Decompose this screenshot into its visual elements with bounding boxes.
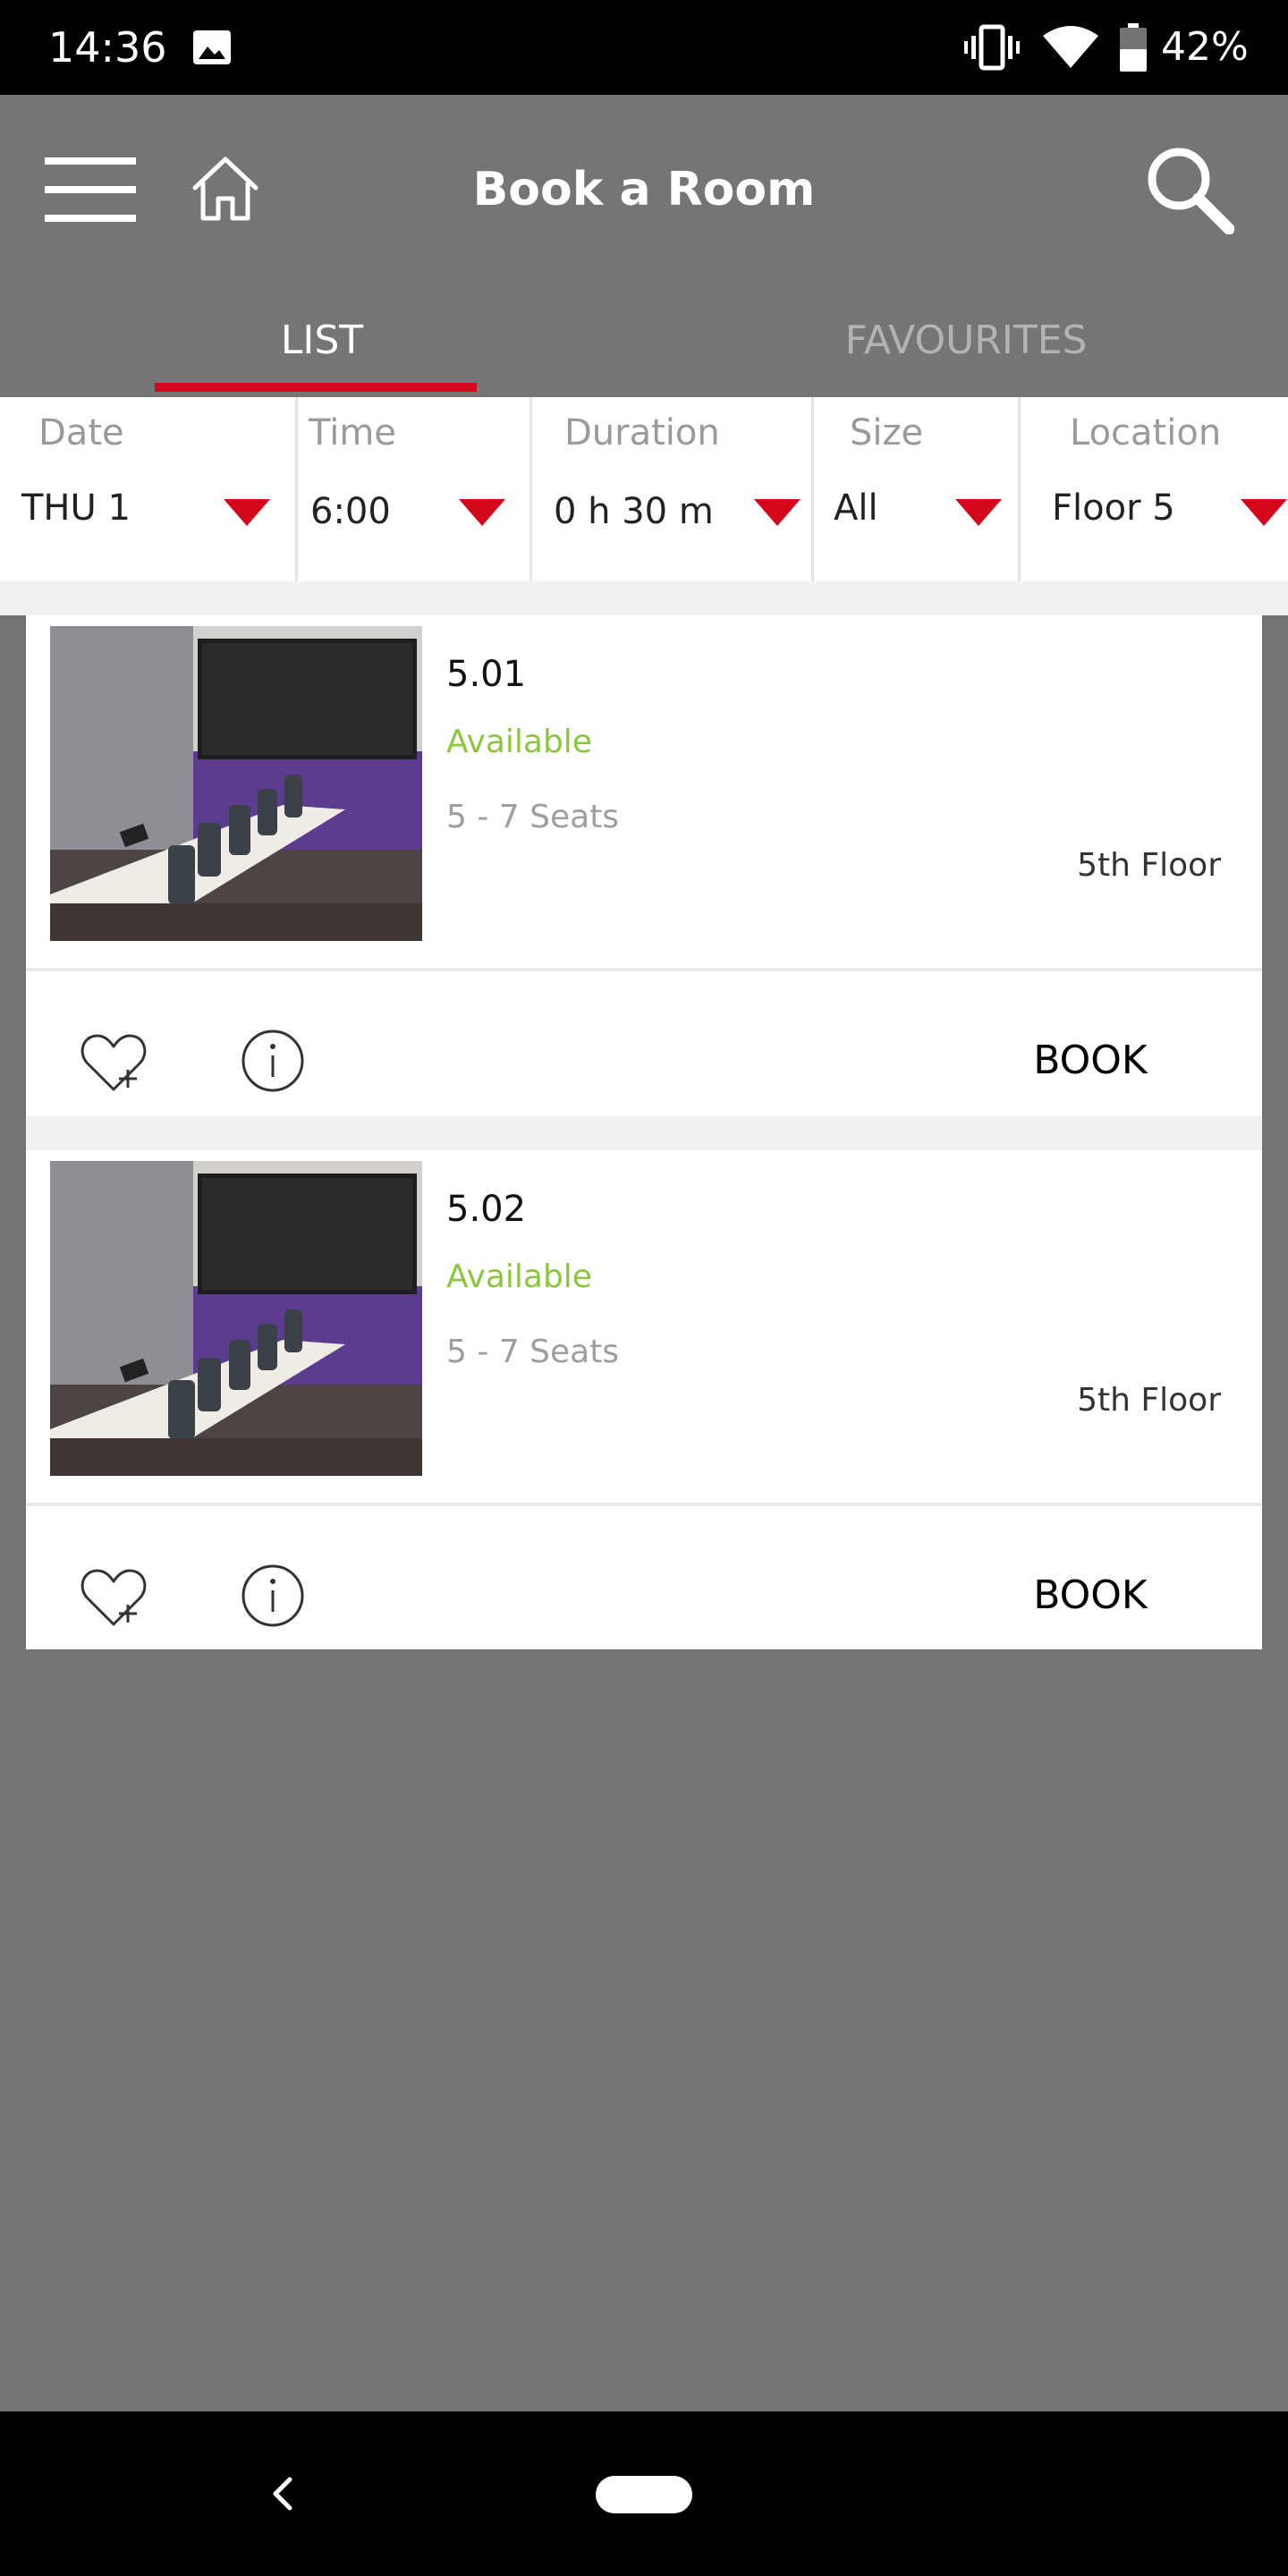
tab-favourites-label: FAVOURITES: [844, 318, 1088, 363]
filter-time-label: Time: [309, 412, 396, 453]
vibrate-icon: [964, 24, 1020, 71]
card-divider: [26, 968, 1262, 971]
list-top-spacer: [0, 581, 1288, 615]
room-photo: [50, 626, 422, 941]
battery-icon: [1120, 23, 1147, 72]
status-bar: 14:36 42%: [0, 0, 1288, 95]
dropdown-arrow-icon: [459, 499, 505, 526]
room-floor: 5th Floor: [1077, 847, 1221, 884]
room-name: 5.02: [446, 1189, 527, 1230]
filter-size-label: Size: [850, 412, 924, 453]
dropdown-arrow-icon: [754, 499, 801, 526]
filter-duration-label: Duration: [564, 412, 720, 453]
filter-time-value: 6:00: [310, 491, 391, 532]
room-card: 5.02 Available 5 - 7 Seats 5th Floor BOO…: [26, 1150, 1262, 1649]
tab-favourites[interactable]: FAVOURITES: [644, 292, 1288, 397]
room-photo: [50, 1161, 422, 1476]
system-nav-bar: [0, 2411, 1288, 2576]
add-favourite-heart-icon[interactable]: [80, 1029, 148, 1097]
info-icon[interactable]: [241, 1563, 305, 1628]
battery-percent: 42%: [1161, 24, 1249, 70]
card-divider: [26, 1503, 1262, 1506]
app-header: Book a Room LIST FAVOURITES: [0, 95, 1288, 397]
filter-bar: Date THU 1 Time 6:00 Duration 0 h 30 m S…: [0, 397, 1288, 581]
image-icon: [193, 30, 231, 64]
page-title: Book a Room: [472, 163, 816, 216]
filter-time[interactable]: Time 6:00: [298, 397, 532, 581]
room-status: Available: [446, 724, 592, 760]
room-seats: 5 - 7 Seats: [446, 1334, 620, 1370]
search-icon[interactable]: [1145, 145, 1234, 234]
dropdown-arrow-icon: [1241, 499, 1287, 526]
home-pill-button[interactable]: [596, 2476, 692, 2513]
filter-location-label: Location: [1070, 412, 1222, 453]
wifi-icon: [1043, 26, 1098, 68]
status-time: 14:36: [48, 23, 167, 72]
room-seats: 5 - 7 Seats: [446, 799, 620, 835]
tab-list-label: LIST: [280, 318, 364, 363]
room-floor: 5th Floor: [1077, 1382, 1221, 1419]
filter-date[interactable]: Date THU 1: [0, 397, 298, 581]
back-icon[interactable]: [263, 2460, 302, 2528]
room-status: Available: [446, 1258, 592, 1295]
filter-size-value: All: [834, 487, 878, 529]
active-tab-indicator: [155, 383, 477, 392]
tab-list[interactable]: LIST: [0, 292, 644, 397]
card-gap: [26, 1116, 1262, 1150]
filter-size[interactable]: Size All: [814, 397, 1021, 581]
dropdown-arrow-icon: [955, 499, 1002, 526]
book-button[interactable]: BOOK: [992, 1020, 1189, 1102]
filter-date-value: THU 1: [21, 487, 131, 529]
filter-location[interactable]: Location Floor 5: [1021, 397, 1288, 581]
filter-duration[interactable]: Duration 0 h 30 m: [532, 397, 814, 581]
book-button[interactable]: BOOK: [992, 1555, 1189, 1637]
dropdown-arrow-icon: [224, 499, 270, 526]
info-icon[interactable]: [241, 1029, 305, 1093]
filter-duration-value: 0 h 30 m: [554, 491, 714, 532]
add-favourite-heart-icon[interactable]: [80, 1563, 148, 1631]
filter-date-label: Date: [38, 412, 124, 453]
room-name: 5.01: [446, 654, 527, 695]
filter-location-value: Floor 5: [1052, 487, 1175, 529]
room-card: 5.01 Available 5 - 7 Seats 5th Floor BOO…: [26, 615, 1262, 1116]
